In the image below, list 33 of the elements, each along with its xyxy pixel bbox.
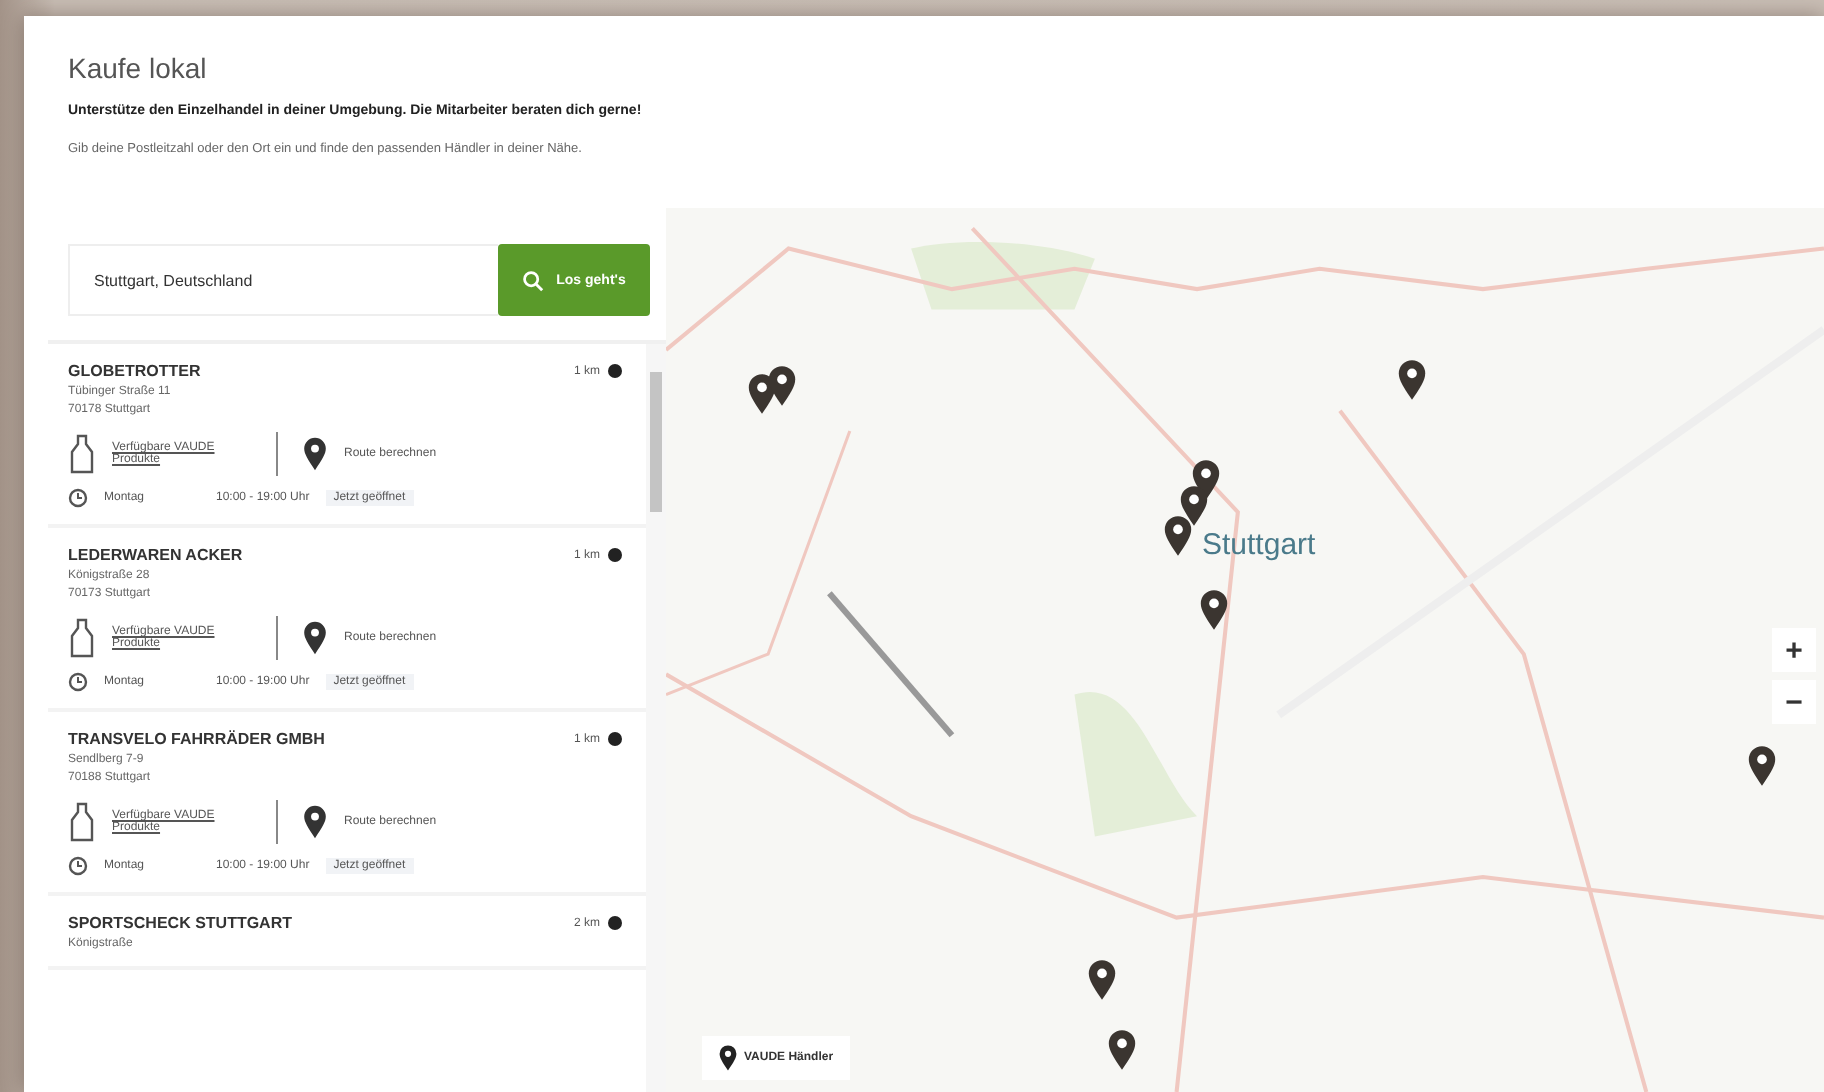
clock-icon bbox=[68, 488, 88, 508]
bottle-icon bbox=[68, 434, 96, 474]
map-pin-icon[interactable] bbox=[1162, 514, 1194, 558]
zoom-in-button[interactable]: + bbox=[1772, 628, 1816, 672]
zoom-out-button[interactable]: − bbox=[1772, 680, 1816, 724]
map-pin-icon[interactable] bbox=[1198, 588, 1230, 632]
search-icon bbox=[522, 269, 545, 291]
bottle-icon bbox=[68, 618, 96, 658]
clock-icon bbox=[68, 672, 88, 692]
store-name: LEDERWAREN ACKER bbox=[68, 546, 245, 564]
page-title: Kaufe lokal bbox=[68, 52, 209, 84]
map-pin-icon[interactable] bbox=[1106, 1028, 1138, 1072]
map-pin-icon[interactable] bbox=[1746, 744, 1778, 788]
location-dot-icon bbox=[608, 364, 622, 378]
location-dot-icon bbox=[608, 548, 622, 562]
map-pin-icon[interactable] bbox=[1086, 958, 1118, 1002]
map-pin-icon[interactable] bbox=[766, 364, 798, 408]
map-pin-icon bbox=[718, 1044, 738, 1072]
location-dot-icon bbox=[608, 916, 622, 930]
map-pin-icon bbox=[302, 804, 328, 840]
map-city-label: Stuttgart bbox=[1202, 528, 1316, 562]
map-pin-icon bbox=[302, 436, 328, 472]
bottle-icon bbox=[68, 802, 96, 842]
map-pin-icon[interactable] bbox=[1396, 358, 1428, 402]
location-field[interactable]: Stuttgart, Deutschland bbox=[68, 244, 498, 316]
store-name: GLOBETROTTER bbox=[68, 362, 203, 380]
store-name: TRANSVELO FAHRRÄDER GMBH bbox=[68, 730, 327, 748]
store-name: SPORTSCHECK STUTTGART bbox=[68, 914, 294, 932]
clock-icon bbox=[68, 856, 88, 876]
location-dot-icon bbox=[608, 732, 622, 746]
map-pin-icon bbox=[302, 620, 328, 656]
map-pin-icon[interactable] bbox=[1178, 484, 1210, 528]
scrollbar[interactable] bbox=[646, 344, 666, 1092]
